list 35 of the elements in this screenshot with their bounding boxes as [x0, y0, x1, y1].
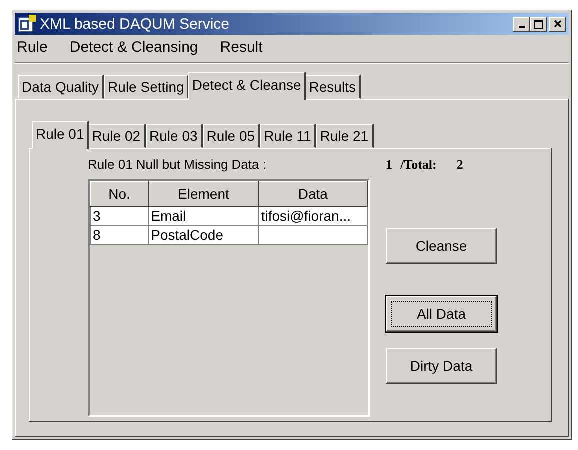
maximize-button[interactable]	[530, 16, 547, 32]
column-header[interactable]: Element	[148, 182, 259, 206]
tab[interactable]: Rule 01	[32, 121, 90, 149]
table-cell: tifosi@fioran...	[258, 206, 368, 226]
table-cell: PostalCode	[148, 226, 259, 244]
tab[interactable]: Detect & Cleanse	[188, 72, 306, 100]
maximize-icon	[534, 20, 543, 28]
total-count: 2	[456, 157, 464, 173]
total-label: /Total:	[400, 157, 437, 173]
tab[interactable]: Results	[305, 75, 361, 99]
tab[interactable]: Rule 03	[146, 124, 203, 148]
tab[interactable]: Rule 11	[260, 124, 316, 148]
tab[interactable]: Data Quality	[18, 75, 104, 99]
tab[interactable]: Rule 21	[316, 124, 374, 148]
table-cell: 3	[90, 206, 149, 226]
column-header[interactable]: No.	[90, 182, 149, 206]
column-header[interactable]: Data	[258, 182, 368, 206]
close-button[interactable]	[549, 16, 566, 32]
close-icon	[554, 20, 562, 28]
button[interactable]: Dirty Data	[386, 348, 497, 384]
menu-item[interactable]: Rule	[17, 39, 48, 56]
window-title: XML based DAQUM Service	[40, 16, 231, 32]
current-count: 1	[386, 157, 392, 173]
app-icon	[18, 15, 36, 33]
menu-item[interactable]: Result	[220, 39, 263, 56]
tab[interactable]: Rule 02	[88, 124, 146, 148]
table-cell: Email	[148, 206, 259, 226]
table-cell: 8	[90, 226, 149, 244]
menu-item[interactable]: Detect & Cleansing	[70, 39, 198, 56]
button[interactable]: All Data	[386, 296, 497, 332]
table-caption: Rule 01 Null but Missing Data :	[88, 157, 268, 172]
minimize-button[interactable]	[513, 16, 530, 32]
button[interactable]: Cleanse	[386, 228, 497, 264]
tab[interactable]: Rule Setting	[104, 75, 190, 99]
tab[interactable]: Rule 05	[202, 124, 260, 148]
